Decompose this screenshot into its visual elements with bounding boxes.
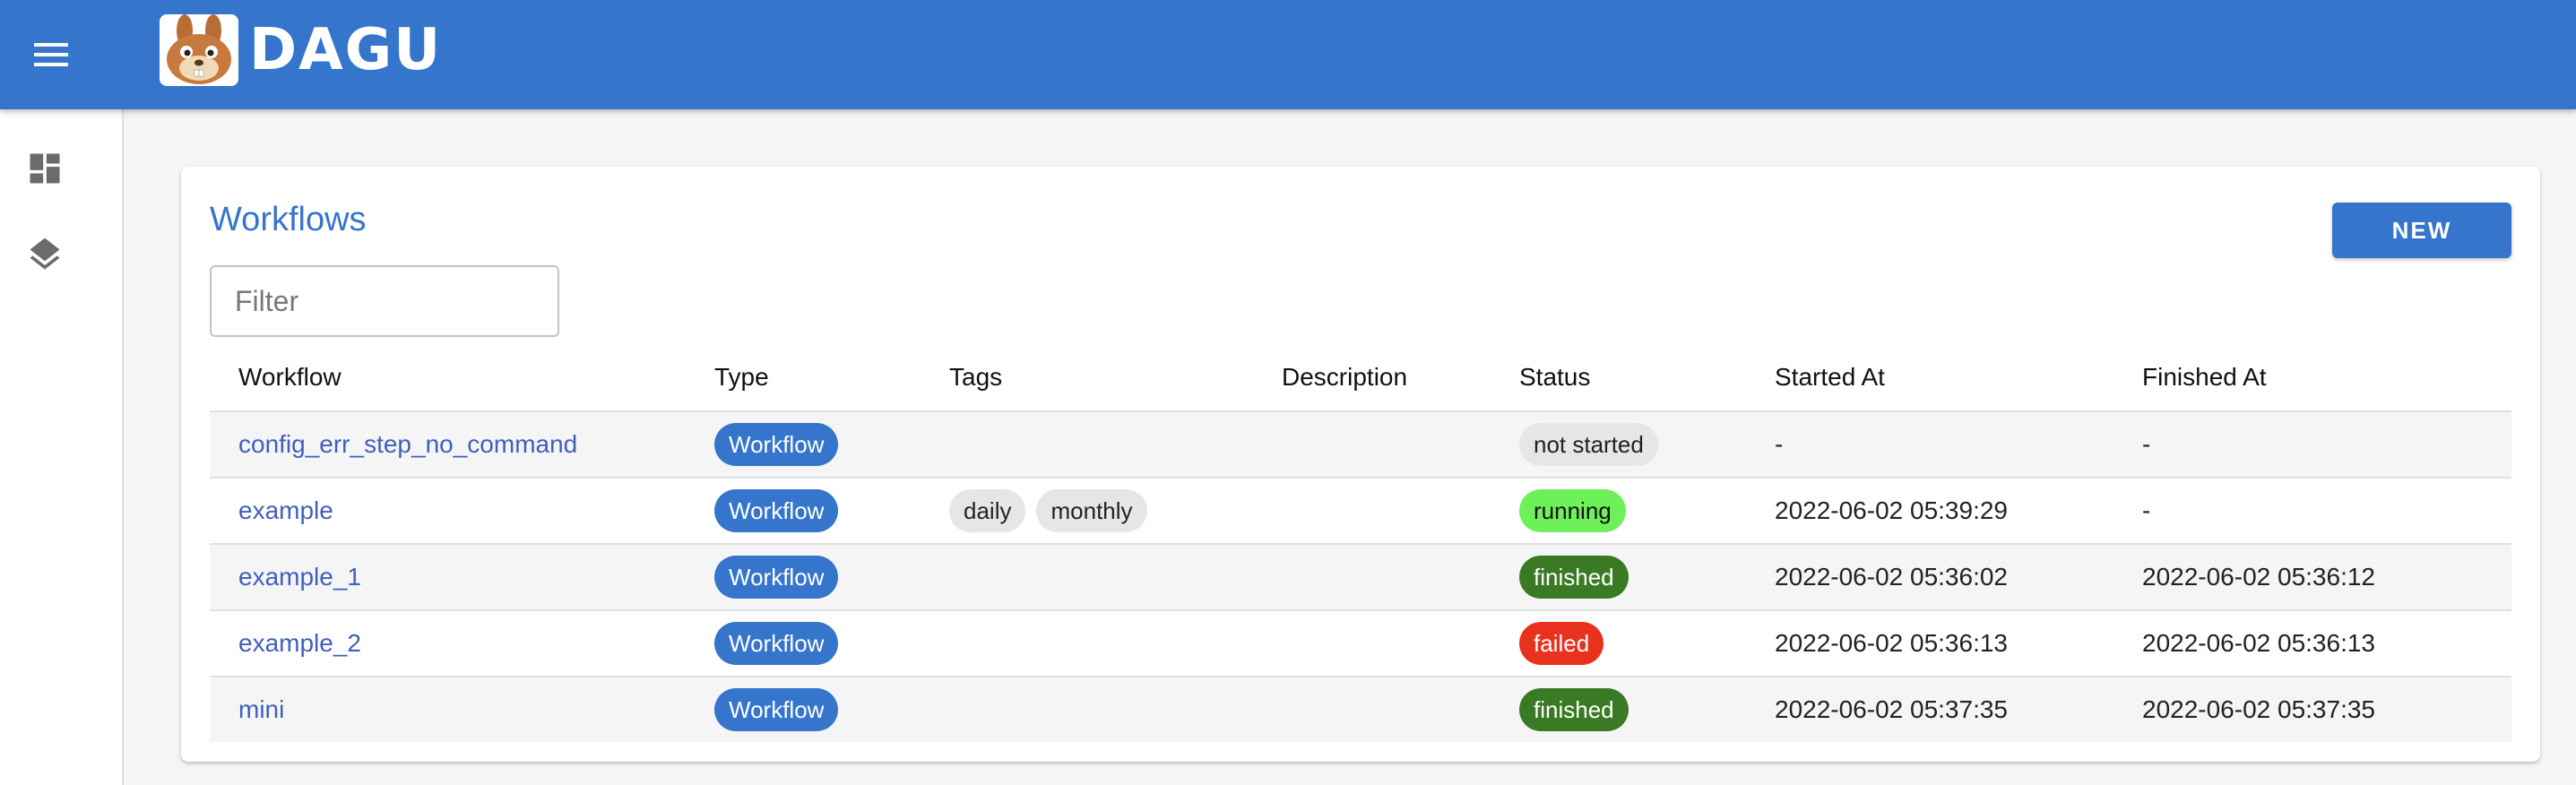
layers-icon[interactable]: [25, 235, 65, 274]
new-workflow-button[interactable]: NEW: [2332, 203, 2511, 258]
column-header-type[interactable]: Type: [714, 344, 949, 412]
description-cell: [1282, 610, 1519, 677]
finished-at-cell: 2022-06-02 05:37:35: [2142, 677, 2511, 742]
column-header-finished-at[interactable]: Finished At: [2142, 344, 2511, 412]
menu-icon[interactable]: [27, 32, 77, 77]
type-chip: Workflow: [714, 423, 839, 466]
column-header-status[interactable]: Status: [1519, 344, 1775, 412]
tag-chip[interactable]: monthly: [1036, 489, 1147, 532]
workflow-name-link[interactable]: config_err_step_no_command: [238, 430, 577, 458]
finished-at-cell: 2022-06-02 05:36:12: [2142, 544, 2511, 611]
status-badge: failed: [1519, 622, 1604, 665]
workflow-name-link[interactable]: mini: [238, 695, 284, 723]
description-cell: [1282, 478, 1519, 545]
table-row[interactable]: example Workflow daily monthly running 20…: [210, 478, 2511, 545]
logo[interactable]: DAGU: [158, 13, 442, 88]
dashboard-icon[interactable]: [25, 149, 65, 188]
finished-at-cell: 2022-06-02 05:36:13: [2142, 610, 2511, 677]
started-at-cell: 2022-06-02 05:36:02: [1775, 544, 2142, 611]
type-chip: Workflow: [714, 688, 839, 731]
workflow-name-link[interactable]: example: [238, 496, 333, 524]
tags-cell: daily monthly: [949, 478, 1282, 545]
rabbit-logo-icon: [160, 14, 238, 86]
tags-cell: [949, 677, 1282, 742]
workflows-table: Workflow Type Tags Description Status St…: [210, 344, 2511, 742]
filter-input[interactable]: [210, 265, 559, 337]
app-bar: DAGU: [0, 0, 2576, 109]
started-at-cell: 2022-06-02 05:37:35: [1775, 677, 2142, 742]
status-badge: finished: [1519, 688, 1629, 731]
tags-cell: [949, 411, 1282, 479]
table-row[interactable]: mini Workflow finished 2022-06-02 05:37:…: [210, 677, 2511, 742]
started-at-cell: -: [1775, 411, 2142, 479]
page-title: Workflows: [210, 201, 367, 238]
workflow-name-link[interactable]: example_1: [238, 563, 361, 591]
column-header-description[interactable]: Description: [1282, 344, 1519, 412]
started-at-cell: 2022-06-02 05:36:13: [1775, 610, 2142, 677]
column-header-started-at[interactable]: Started At: [1775, 344, 2142, 412]
status-badge: running: [1519, 489, 1626, 532]
finished-at-cell: -: [2142, 478, 2511, 545]
started-at-cell: 2022-06-02 05:39:29: [1775, 478, 2142, 545]
column-header-tags[interactable]: Tags: [949, 344, 1282, 412]
table-header-row: Workflow Type Tags Description Status St…: [210, 344, 2511, 412]
description-cell: [1282, 411, 1519, 479]
finished-at-cell: -: [2142, 411, 2511, 479]
status-badge: finished: [1519, 556, 1629, 599]
type-chip: Workflow: [714, 489, 839, 532]
logo-text: DAGU: [249, 17, 443, 83]
tag-chip[interactable]: daily: [949, 489, 1026, 532]
sidebar: [0, 109, 124, 785]
table-row[interactable]: config_err_step_no_command Workflow not …: [210, 411, 2511, 479]
description-cell: [1282, 677, 1519, 742]
type-chip: Workflow: [714, 622, 839, 665]
table-row[interactable]: example_2 Workflow failed 2022-06-02 05:…: [210, 610, 2511, 677]
workflows-card: Workflows NEW Workflow Type Tags Descrip…: [181, 167, 2540, 762]
tags-cell: [949, 544, 1282, 611]
workflow-name-link[interactable]: example_2: [238, 629, 361, 657]
status-badge: not started: [1519, 423, 1658, 466]
table-row[interactable]: example_1 Workflow finished 2022-06-02 0…: [210, 544, 2511, 611]
column-header-workflow[interactable]: Workflow: [210, 344, 714, 412]
description-cell: [1282, 544, 1519, 611]
type-chip: Workflow: [714, 556, 839, 599]
tags-cell: [949, 610, 1282, 677]
